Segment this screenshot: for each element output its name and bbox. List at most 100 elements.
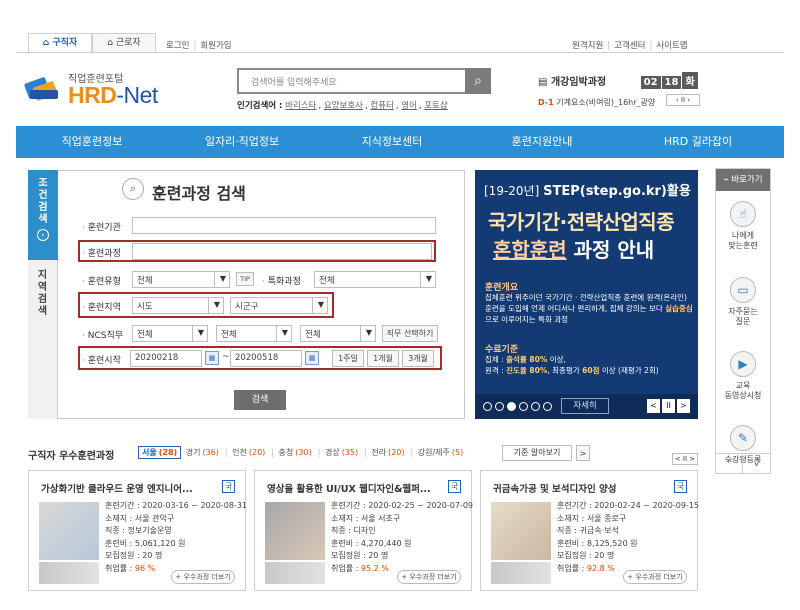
course-title[interactable]: 영상을 활용한 UI/UX 웹디자인&웹퍼... [267, 481, 442, 495]
banner-dot[interactable] [543, 402, 552, 411]
search-button[interactable]: ⌕ [465, 68, 491, 94]
quick-down-button[interactable]: v [743, 453, 770, 473]
course-job: 직종 : 귀금속·보석 [557, 526, 619, 535]
login-link[interactable]: 로그인 [166, 41, 189, 51]
course-thumbnail [39, 502, 99, 560]
search-input[interactable]: 검색어를 입력해주세요 [237, 68, 465, 94]
label-special: 특화과정 [262, 274, 301, 287]
region-tab-gyeonggi[interactable]: 경기 (36) [186, 448, 219, 457]
course-title[interactable]: 귀금속가공 및 보석디자인 양성 [493, 481, 668, 495]
promo-banner[interactable]: [19-20년] STEP(step.go.kr)활용 국가기간·전략산업직종 … [475, 170, 698, 419]
period-1month-button[interactable]: 1개월 [367, 350, 399, 367]
popular-term[interactable]: 포토샵 [424, 101, 447, 111]
region-tab-incheon[interactable]: 인천 (20) [232, 448, 265, 457]
course-card[interactable]: 영상을 활용한 UI/UX 웹디자인&웹퍼... 국 훈련기간 : 2020-0… [254, 470, 473, 591]
calendar-icon[interactable]: ▦ [305, 351, 319, 365]
course-card[interactable]: 가상화기반 클라우드 운영 엔지니어... 국 훈련기간 : 2020-03-1… [28, 470, 247, 591]
banner-dot[interactable] [531, 402, 540, 411]
upcoming-pager[interactable]: ‹ II › [666, 94, 700, 106]
best-courses-title: 구직자 우수훈련과정 [28, 447, 114, 462]
region-tab-chungcheong[interactable]: 충청 (30) [279, 448, 312, 457]
banner-prev-button[interactable]: < [647, 399, 660, 413]
best-title-b: 우수훈련과정 [55, 451, 115, 462]
ncs-select-button[interactable]: 직무 선택하기 [382, 325, 438, 342]
banner-dot[interactable] [519, 402, 528, 411]
institution-input[interactable] [132, 217, 436, 234]
course-card[interactable]: 귀금속가공 및 보석디자인 양성 국 훈련기간 : 2020-02-24 ~ 2… [480, 470, 699, 591]
course-period: 훈련기간 : 2020-02-24 ~ 2020-09-15 [557, 501, 699, 510]
tab-worker[interactable]: ⌂ 근로자 [92, 33, 156, 53]
sitemap-link[interactable]: 사이트맵 [656, 41, 687, 51]
ncs-select-3[interactable]: 전체 ▼ [300, 325, 376, 342]
chevron-down-icon: ▼ [197, 328, 204, 337]
logo-title[interactable]: HRD-Net [68, 82, 158, 109]
banner-next-button[interactable]: > [677, 399, 690, 413]
ncs-value: 전체 [305, 330, 321, 340]
quick-faq[interactable]: ▭ 자주묻는 질문 [716, 277, 770, 327]
nav-training-info[interactable]: 직업훈련정보 [22, 126, 162, 158]
course-title[interactable]: 가상화기반 클라우드 운영 엔지니어... [41, 481, 216, 495]
tip-button[interactable]: TIP [236, 272, 254, 286]
weekday-display: 화 [682, 72, 698, 89]
period-3month-button[interactable]: 3개월 [402, 350, 434, 367]
region-name: 충청 [278, 448, 294, 457]
signup-link[interactable]: 회원가입 [200, 41, 231, 51]
banner-text: 으로 이루어지는 특화 과정 [485, 315, 569, 324]
popular-term[interactable]: 컴퓨터 [370, 101, 393, 111]
nav-job-info[interactable]: 일자리·직업정보 [172, 126, 312, 158]
employ-rate: 92.8 % [586, 563, 615, 573]
popular-term[interactable]: 바리스타 [285, 101, 316, 111]
criteria-arrow-button[interactable]: > [576, 445, 590, 461]
type-select[interactable]: 전체 ▼ [132, 271, 230, 288]
banner-pause-button[interactable]: II [662, 399, 675, 413]
banner-more-button[interactable]: 자세히 [561, 398, 609, 414]
tab-jobseeker-label: 구직자 [52, 38, 78, 48]
quick-up-button[interactable]: ^ [716, 453, 743, 473]
course-period: 훈련기간 : 2020-03-16 ~ 2020-08-31 [105, 501, 247, 510]
more-courses-button[interactable]: + 우수과정 더보기 [397, 570, 461, 584]
pencil-icon: ✎ [730, 425, 756, 451]
tab-condition-search[interactable]: 조 건 검 색 › [28, 170, 58, 260]
region-city-select[interactable]: 시도 ▼ [132, 297, 224, 314]
banner-dot-active[interactable] [507, 402, 516, 411]
nav-hrd-guide[interactable]: HRD 길라잡이 [628, 126, 768, 158]
start-date-from[interactable]: 20200218 [130, 350, 202, 367]
start-date-to[interactable]: 20200518 [230, 350, 302, 367]
nav-training-support[interactable]: 훈련지원안내 [472, 126, 612, 158]
criteria-button[interactable]: 기준 알아보기 [502, 445, 572, 461]
region-tab-jeolla[interactable]: 전라 (20) [371, 448, 404, 457]
calendar-icon[interactable]: ▦ [205, 351, 219, 365]
course-badge: 국 [222, 480, 235, 493]
course-input[interactable] [132, 243, 432, 260]
period-1week-button[interactable]: 1주일 [332, 350, 364, 367]
hrd-logo-icon[interactable] [24, 72, 64, 104]
region-tab-gangwon-jeju[interactable]: 강원/제주 (5) [418, 448, 463, 457]
range-separator: ~ [222, 352, 230, 362]
region-district-select[interactable]: 시군구 ▼ [230, 297, 328, 314]
quick-video[interactable]: ▶ 교육 동영상시청 [716, 351, 770, 401]
popular-term[interactable]: 영어 [401, 101, 417, 111]
more-courses-button[interactable]: + 우수과정 더보기 [623, 570, 687, 584]
ncs-select-1[interactable]: 전체 ▼ [132, 325, 208, 342]
quick-fit-training[interactable]: ☝ 나에게 맞는훈련 [716, 201, 770, 251]
banner-dot[interactable] [483, 402, 492, 411]
nav-knowledge-center[interactable]: 지식정보센터 [322, 126, 462, 158]
more-courses-button[interactable]: + 우수과정 더보기 [171, 570, 235, 584]
tab-jobseeker[interactable]: ⌂ 구직자 [28, 33, 92, 54]
tab-region-search[interactable]: 지 역 검 색 [28, 260, 58, 419]
remote-support-link[interactable]: 원격지원 [572, 41, 603, 51]
course-capacity: 모집정원 : 20 명 [331, 551, 389, 560]
search-placeholder: 검색어를 입력해주세요 [251, 78, 337, 88]
best-pager[interactable]: < II > [672, 453, 698, 465]
course-search-button[interactable]: 검색 [234, 390, 286, 410]
course-location: 소재지 : 서울 종로구 [557, 513, 627, 523]
ncs-select-2[interactable]: 전체 ▼ [216, 325, 292, 342]
banner-dot[interactable] [495, 402, 504, 411]
special-select[interactable]: 전체 ▼ [314, 271, 436, 288]
popular-label: 인기검색어 : [237, 101, 283, 111]
region-tab-seoul[interactable]: 서울 (28) [138, 446, 182, 459]
customer-center-link[interactable]: 고객센터 [614, 41, 645, 51]
popular-term[interactable]: 요양보호사 [324, 101, 363, 111]
upcoming-course-name: 기계요소(비여링)_16hr_광양 [556, 98, 656, 107]
region-tab-gyeongsang[interactable]: 경상 (35) [325, 448, 358, 457]
